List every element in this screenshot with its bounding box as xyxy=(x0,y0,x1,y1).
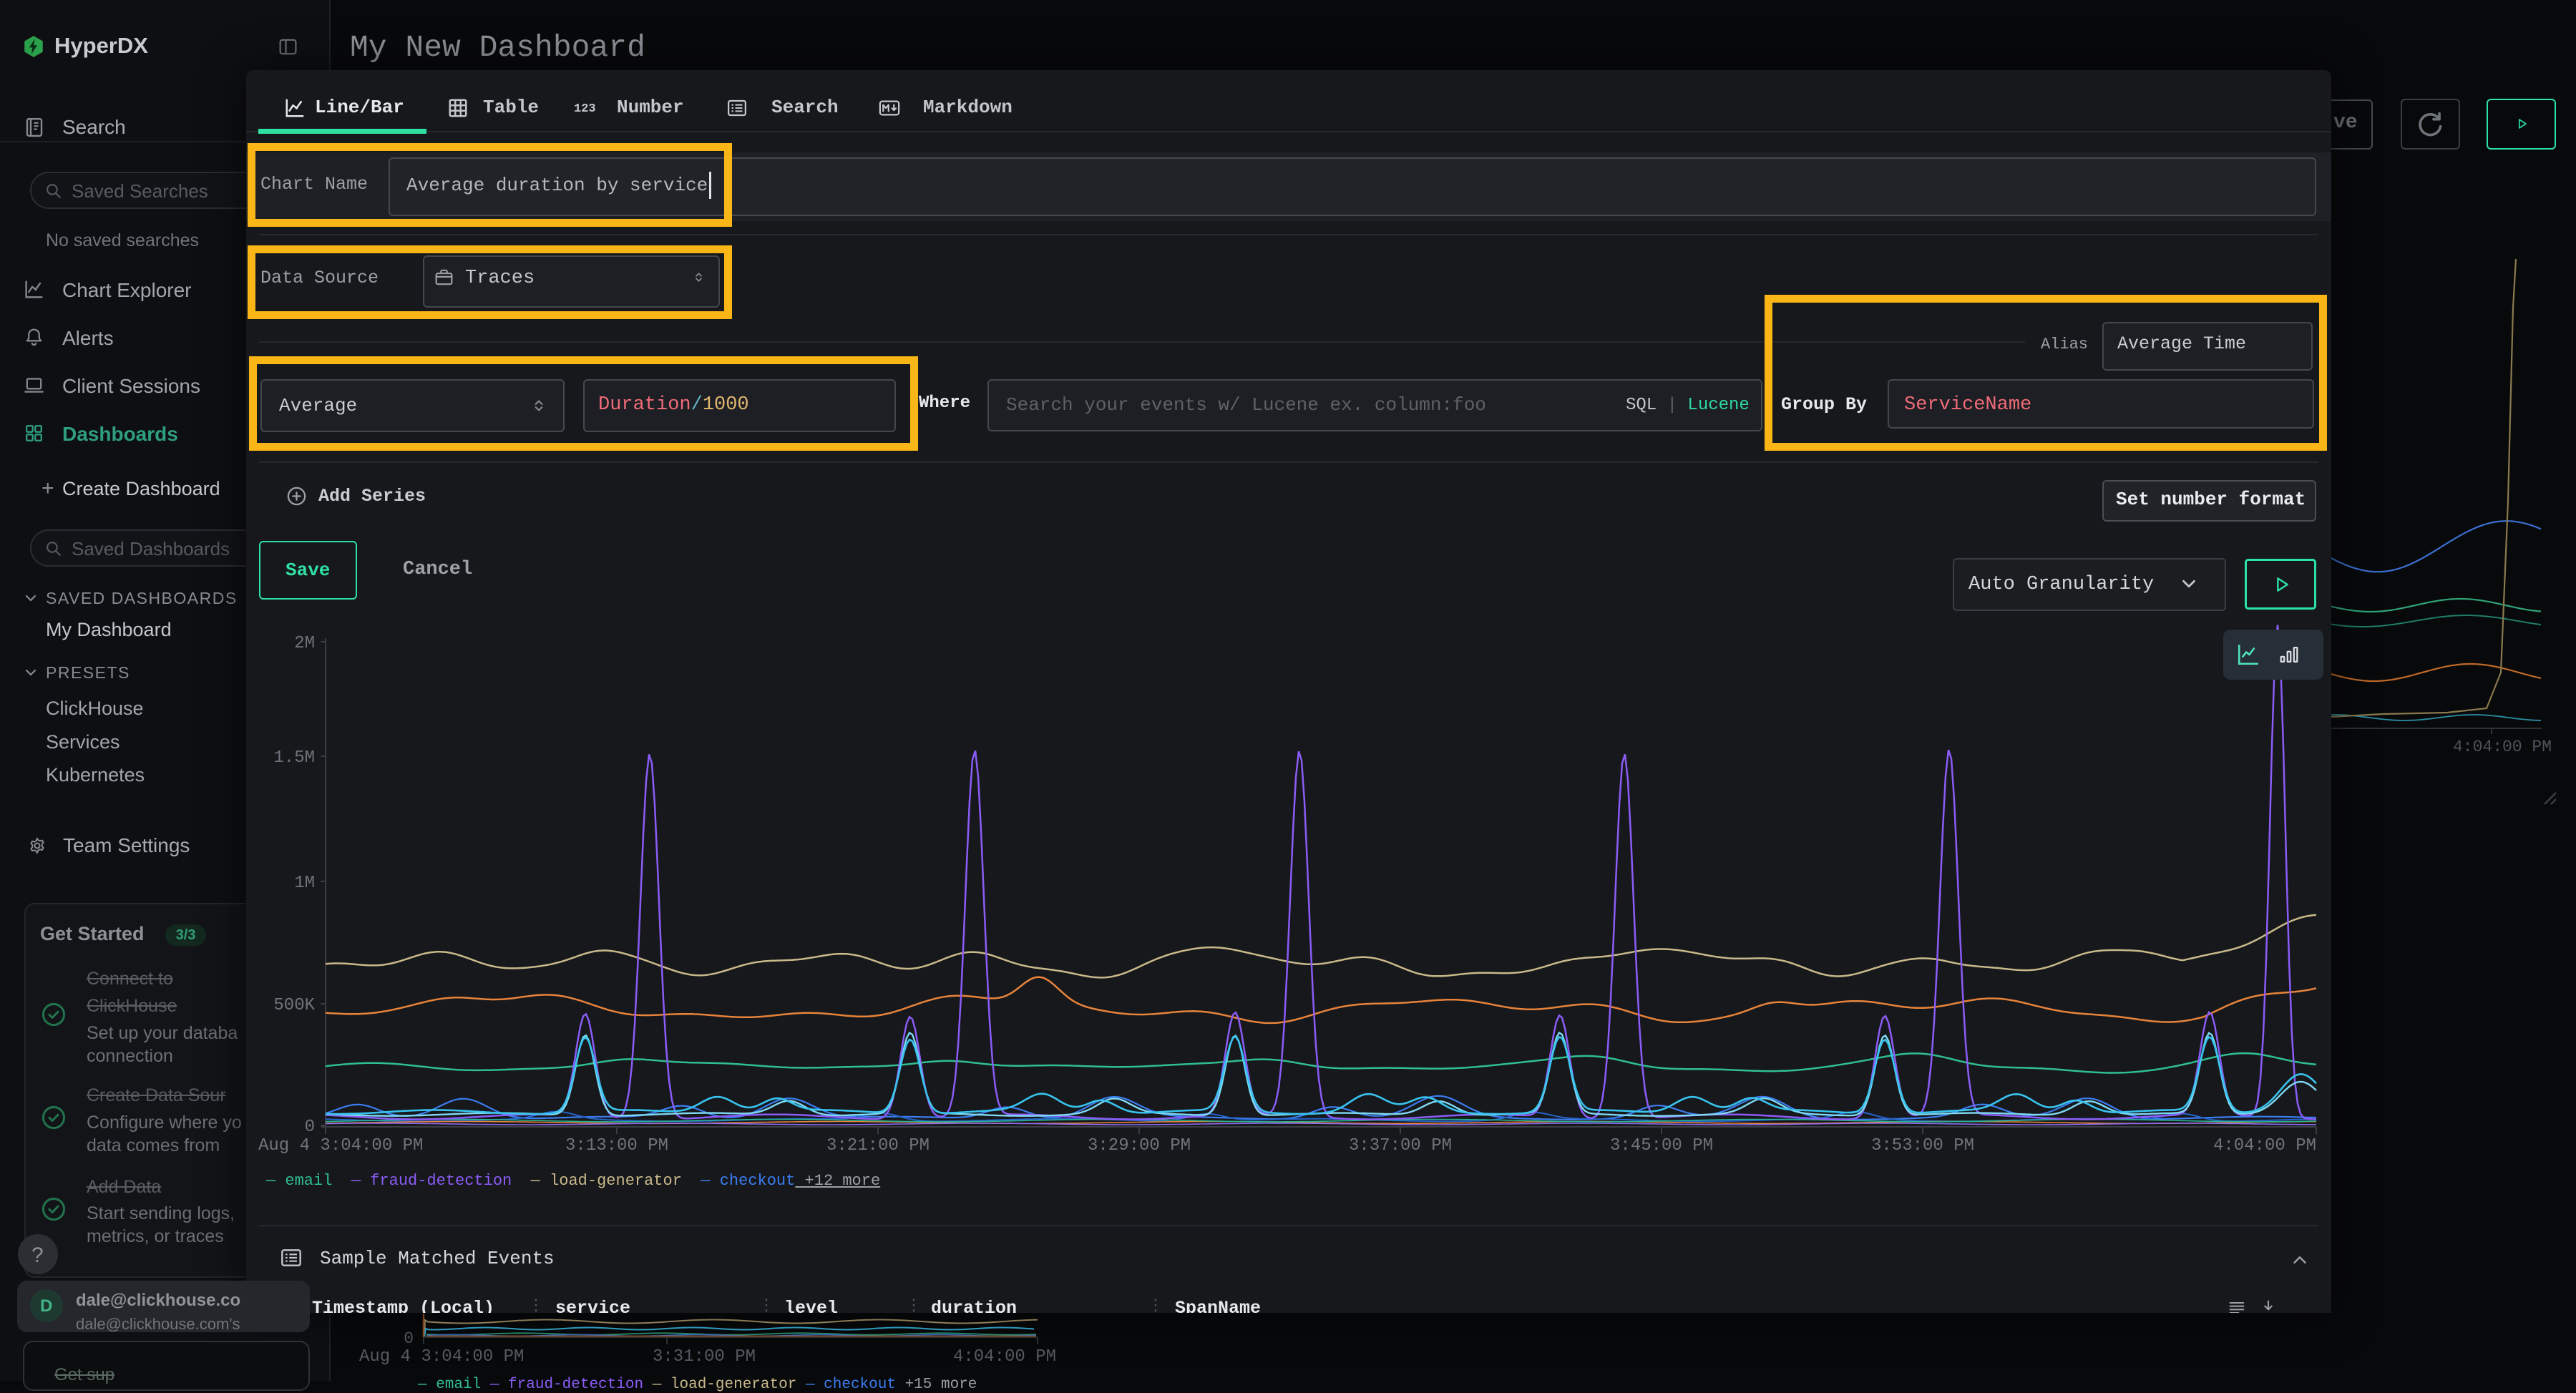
svg-text:3:13:00 PM: 3:13:00 PM xyxy=(565,1136,668,1155)
svg-text:4:04:00 PM: 4:04:00 PM xyxy=(2453,738,2552,756)
svg-text:3:29:00 PM: 3:29:00 PM xyxy=(1088,1136,1191,1155)
svg-text:1M: 1M xyxy=(294,874,315,893)
svg-text:2M: 2M xyxy=(294,634,315,653)
svg-text:3:31:00 PM: 3:31:00 PM xyxy=(653,1347,756,1367)
svg-text:0: 0 xyxy=(305,1118,315,1137)
svg-text:1.5M: 1.5M xyxy=(273,748,315,768)
svg-text:3:45:00 PM: 3:45:00 PM xyxy=(1610,1136,1713,1155)
svg-text:Aug 4 3:04:00 PM: Aug 4 3:04:00 PM xyxy=(258,1136,423,1155)
svg-text:4:04:00 PM: 4:04:00 PM xyxy=(953,1347,1056,1367)
svg-text:500K: 500K xyxy=(273,996,315,1015)
svg-text:4:04:00 PM: 4:04:00 PM xyxy=(2213,1136,2316,1155)
svg-text:3:37:00 PM: 3:37:00 PM xyxy=(1349,1136,1452,1155)
svg-text:3:21:00 PM: 3:21:00 PM xyxy=(826,1136,930,1155)
svg-text:Aug 4 3:04:00 PM: Aug 4 3:04:00 PM xyxy=(359,1347,524,1367)
svg-text:3:53:00 PM: 3:53:00 PM xyxy=(1871,1136,1974,1155)
svg-text:0: 0 xyxy=(404,1329,414,1348)
